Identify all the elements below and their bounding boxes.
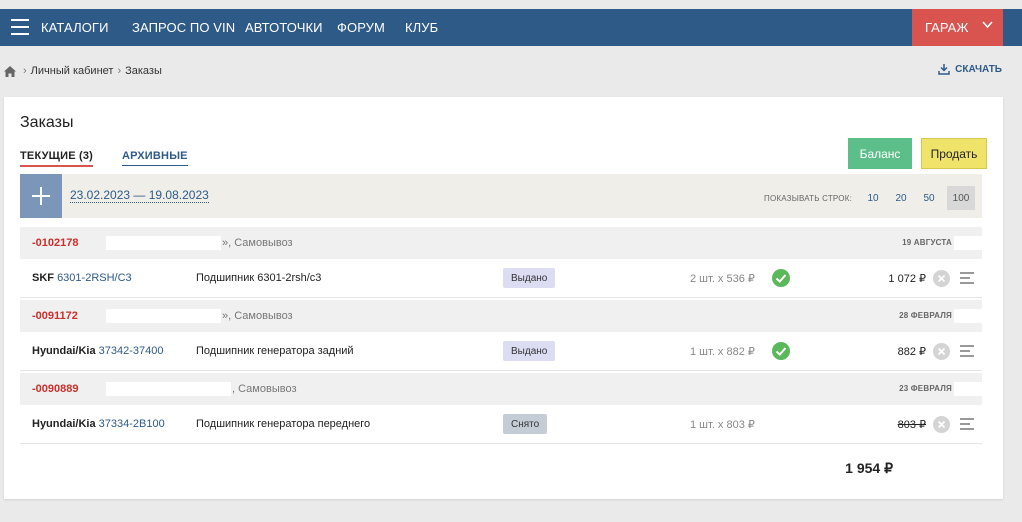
chevron-down-icon [982, 21, 993, 29]
grand-total: 1 954 ₽ [845, 460, 893, 476]
item-article-link[interactable]: 37334-2B100 [99, 418, 165, 430]
order-date: 23 ФЕВРАЛЯ [899, 384, 952, 393]
details-menu-icon[interactable] [960, 418, 974, 430]
page-title: Заказы [20, 114, 74, 131]
item-description: Подшипник генератора задний [196, 345, 354, 357]
order-delivery: », Самовывоз [222, 310, 293, 322]
plus-icon [32, 187, 50, 205]
redacted-address [106, 309, 221, 323]
status-badge: Выдано [503, 341, 556, 361]
breadcrumb-separator: › [117, 65, 122, 77]
home-icon[interactable] [4, 65, 16, 77]
date-range-picker[interactable]: 23.02.2023 — 19.08.2023 [70, 188, 209, 203]
breadcrumb: › Личный кабинет › Заказы [4, 65, 162, 77]
item-quantity: 2 шт. x 536 ₽ [690, 273, 755, 285]
rows-option-20[interactable]: 20 [887, 186, 915, 210]
redacted-time [954, 382, 982, 396]
redacted-address [106, 382, 231, 396]
item-brand: Hyundai/Kia 37342-37400 [32, 345, 164, 357]
rows-option-10[interactable]: 10 [859, 186, 887, 210]
rows-option-50[interactable]: 50 [915, 186, 943, 210]
item-total: 803 ₽ [897, 419, 926, 431]
order-number[interactable]: -0102178 [32, 237, 79, 249]
tab-current[interactable]: ТЕКУЩИЕ (3) [20, 150, 94, 167]
nav-club[interactable]: КЛУБ [405, 20, 438, 35]
redacted-address [106, 236, 221, 250]
status-badge: Выдано [503, 268, 556, 288]
order-item-row: Hyundai/Kia 37342-37400 Подшипник генера… [20, 332, 982, 371]
nav-forum[interactable]: ФОРУМ [337, 20, 385, 35]
hamburger-menu-icon[interactable] [11, 19, 29, 35]
nav-auto-points[interactable]: АВТОТОЧКИ [245, 20, 323, 35]
order-header: -0091172 », Самовывоз 28 ФЕВРАЛЯ [20, 300, 982, 332]
status-badge: Снято [503, 414, 548, 434]
rows-option-100[interactable]: 100 [947, 186, 975, 210]
order-item-row: SKF 6301-2RSH/C3 Подшипник 6301-2rsh/c3 … [20, 259, 982, 298]
navbar-edge [1003, 9, 1022, 46]
check-circle-icon [772, 269, 790, 287]
check-circle-icon [772, 342, 790, 360]
download-label: СКАЧАТЬ [955, 64, 1002, 75]
order-number[interactable]: -0090889 [32, 383, 79, 395]
order-number[interactable]: -0091172 [32, 310, 78, 322]
item-brand: SKF 6301-2RSH/C3 [32, 272, 132, 284]
sell-button[interactable]: Продать [921, 138, 987, 169]
item-total: 1 072 ₽ [888, 273, 926, 285]
item-article-link[interactable]: 37342-37400 [99, 345, 164, 357]
cancel-icon[interactable] [933, 270, 950, 287]
details-menu-icon[interactable] [960, 345, 974, 357]
item-total: 882 ₽ [897, 346, 926, 358]
order-delivery: », Самовывоз [222, 237, 293, 249]
item-quantity: 1 шт. x 882 ₽ [690, 346, 755, 358]
order-item-row: Hyundai/Kia 37334-2B100 Подшипник генера… [20, 405, 982, 444]
download-button[interactable]: СКАЧАТЬ [938, 64, 1002, 75]
add-filter-button[interactable] [20, 174, 62, 218]
redacted-time [954, 309, 982, 323]
order-header: -0102178 », Самовывоз 19 АВГУСТА [20, 227, 982, 259]
redacted-time [954, 236, 982, 250]
nav-vin-request[interactable]: ЗАПРОС ПО VIN [132, 20, 235, 35]
item-description: Подшипник генератора переднего [196, 418, 371, 430]
item-brand: Hyundai/Kia 37334-2B100 [32, 418, 165, 430]
order-delivery: , Самовывоз [232, 383, 297, 395]
breadcrumb-account-link[interactable]: Личный кабинет [31, 65, 114, 77]
item-quantity: 1 шт. x 803 ₽ [690, 419, 755, 431]
nav-catalogs[interactable]: КАТАЛОГИ [41, 20, 109, 35]
breadcrumb-separator: › [23, 65, 27, 77]
cancel-icon[interactable] [933, 343, 950, 360]
cancel-icon[interactable] [933, 416, 950, 433]
balance-button[interactable]: Баланс [848, 138, 912, 169]
top-navbar: КАТАЛОГИ ЗАПРОС ПО VIN АВТОТОЧКИ ФОРУМ К… [0, 9, 1022, 46]
item-article-link[interactable]: 6301-2RSH/C3 [57, 272, 132, 284]
garage-dropdown[interactable]: ГАРАЖ [912, 9, 1003, 46]
download-icon [938, 64, 950, 75]
order-date: 19 АВГУСТА [902, 238, 952, 247]
filter-bar: 23.02.2023 — 19.08.2023 ПОКАЗЫВАТЬ СТРОК… [20, 174, 982, 218]
order-header: -0090889 , Самовывоз 23 ФЕВРАЛЯ [20, 373, 982, 405]
garage-label: ГАРАЖ [925, 20, 969, 35]
rows-per-page-label: ПОКАЗЫВАТЬ СТРОК: [764, 194, 852, 203]
item-description: Подшипник 6301-2rsh/c3 [196, 272, 322, 284]
details-menu-icon[interactable] [960, 272, 974, 284]
tab-archive[interactable]: АРХИВНЫЕ [122, 150, 188, 166]
breadcrumb-current: Заказы [125, 65, 162, 77]
order-date: 28 ФЕВРАЛЯ [899, 311, 952, 320]
orders-card: Заказы ТЕКУЩИЕ (3) АРХИВНЫЕ Баланс Прода… [4, 97, 1003, 499]
